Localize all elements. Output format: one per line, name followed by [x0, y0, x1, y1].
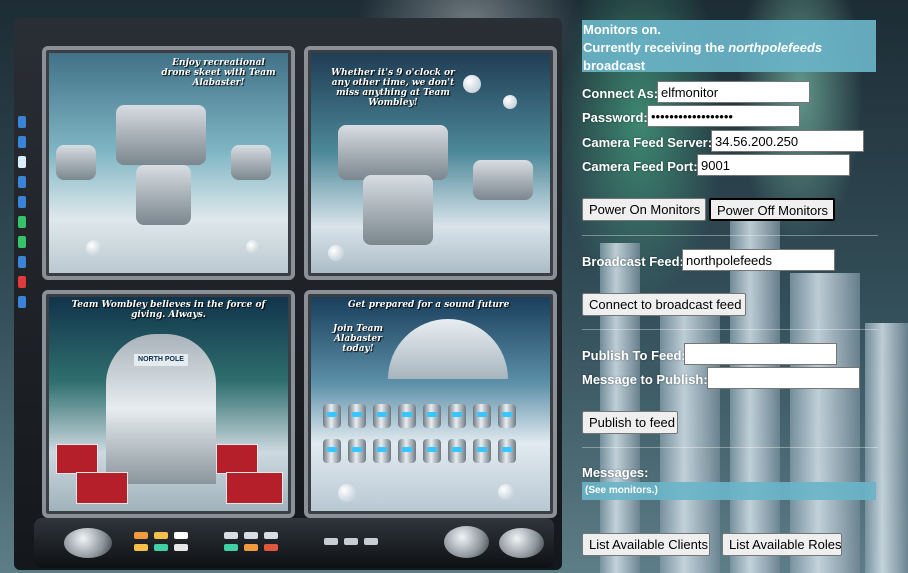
- storage-canister: [398, 404, 416, 428]
- monitor-screen-3: Team Wombley believes in the force of gi…: [42, 290, 295, 518]
- control-pad: [224, 532, 238, 539]
- present: [56, 444, 98, 474]
- list-clients-button[interactable]: List Available Clients: [582, 533, 710, 556]
- screen3-caption: Team Wombley believes in the force of gi…: [71, 300, 266, 320]
- storage-canister: [448, 404, 466, 428]
- kiosk-sign: NORTH POLE: [134, 354, 188, 366]
- control-pad: [134, 544, 148, 551]
- control-knob: [64, 528, 112, 558]
- snowball: [503, 95, 517, 109]
- password-label: Password:: [582, 110, 648, 125]
- storage-canister: [373, 404, 391, 428]
- messages-label: Messages:: [582, 465, 649, 480]
- storage-canister: [448, 439, 466, 463]
- control-pad: [154, 544, 168, 551]
- storage-canister: [348, 439, 366, 463]
- snowball: [338, 484, 356, 502]
- present: [216, 444, 258, 474]
- present: [226, 472, 283, 504]
- storage-canister: [498, 439, 516, 463]
- connect-broadcast-button[interactable]: Connect to broadcast feed: [582, 293, 746, 316]
- control-knob: [499, 528, 544, 558]
- control-pad: [134, 532, 148, 539]
- control-pad: [224, 544, 238, 551]
- control-pad: [264, 532, 278, 539]
- drone-turret: [56, 145, 96, 180]
- storage-canister: [373, 439, 391, 463]
- publish-button[interactable]: Publish to feed: [582, 411, 678, 434]
- screen4-caption-mid: Join Team Alabaster today!: [332, 324, 384, 354]
- control-pad: [244, 544, 258, 551]
- connect-as-label: Connect As:: [582, 86, 659, 101]
- publish-feed-label: Publish To Feed:: [582, 348, 686, 363]
- storage-canister: [323, 439, 341, 463]
- broadcast-feed-input[interactable]: [682, 249, 835, 271]
- present: [76, 472, 128, 504]
- control-knob: [444, 526, 489, 558]
- control-panel: Monitors on. Currently receiving the nor…: [576, 0, 908, 573]
- storage-canister: [423, 404, 441, 428]
- snowball: [86, 240, 102, 256]
- drone-turret-base: [136, 165, 191, 225]
- broadcast-feed-label: Broadcast Feed:: [582, 254, 684, 269]
- status-feed-name: northpolefeeds: [728, 40, 823, 55]
- snowball: [246, 240, 260, 254]
- monitor-wall: Enjoy recreational drone skeet with Team…: [14, 18, 562, 570]
- camera-port-input[interactable]: [697, 154, 850, 176]
- drone-turret: [231, 145, 271, 180]
- snowball: [328, 245, 344, 261]
- list-roles-button[interactable]: List Available Roles: [722, 533, 842, 556]
- drone-turret: [338, 125, 448, 180]
- monitor-status-box: Monitors on. Currently receiving the nor…: [582, 20, 876, 73]
- control-pad: [174, 532, 188, 539]
- camera-server-input[interactable]: [711, 130, 864, 152]
- storage-canister: [498, 404, 516, 428]
- control-pad: [264, 544, 278, 551]
- monitor-screen-2: Whether it's 9 o'clock or any other time…: [304, 46, 557, 280]
- messages-box: (See monitors.): [582, 482, 876, 500]
- snowball: [498, 484, 514, 500]
- snowball: [463, 75, 481, 93]
- password-input[interactable]: [647, 105, 800, 127]
- message-input[interactable]: [707, 367, 860, 389]
- control-pad: [364, 538, 378, 545]
- drone-turret: [473, 160, 533, 200]
- control-pad: [244, 532, 258, 539]
- message-label: Message to Publish:: [582, 372, 708, 387]
- screen2-caption: Whether it's 9 o'clock or any other time…: [331, 68, 455, 108]
- power-on-button[interactable]: Power On Monitors: [582, 198, 706, 221]
- drone-turret: [116, 105, 206, 165]
- side-indicator-lights: [16, 108, 28, 508]
- monitor-screen-4: Get prepared for a sound future Join Tea…: [304, 290, 557, 518]
- control-pad: [344, 538, 358, 545]
- monitor-screen-1: Enjoy recreational drone skeet with Team…: [42, 46, 295, 280]
- section-divider: [582, 447, 878, 448]
- section-divider: [582, 329, 878, 330]
- control-pad: [154, 532, 168, 539]
- storage-canister: [473, 404, 491, 428]
- power-off-button[interactable]: Power Off Monitors: [709, 198, 835, 221]
- storage-canister: [473, 439, 491, 463]
- control-pad: [324, 538, 338, 545]
- status-prefix: Currently receiving the: [583, 40, 729, 55]
- section-divider: [582, 235, 878, 236]
- monitor-control-deck: [34, 518, 554, 568]
- screen4-caption-top: Get prepared for a sound future: [348, 300, 510, 310]
- storage-canister: [398, 439, 416, 463]
- status-line-3: broadcast: [583, 58, 646, 73]
- status-line-2: Currently receiving the northpolefeeds: [583, 39, 874, 57]
- storage-canister: [323, 404, 341, 428]
- status-line-1: Monitors on.: [583, 22, 661, 37]
- connect-as-input[interactable]: [657, 81, 810, 103]
- publish-feed-input[interactable]: [684, 343, 837, 365]
- control-pad: [174, 544, 188, 551]
- storage-canister: [423, 439, 441, 463]
- camera-server-label: Camera Feed Server:: [582, 135, 713, 150]
- camera-port-label: Camera Feed Port:: [582, 159, 698, 174]
- storage-canister: [348, 404, 366, 428]
- screen1-caption: Enjoy recreational drone skeet with Team…: [161, 58, 276, 88]
- drone-turret-base: [363, 175, 433, 245]
- igloo: [388, 319, 508, 379]
